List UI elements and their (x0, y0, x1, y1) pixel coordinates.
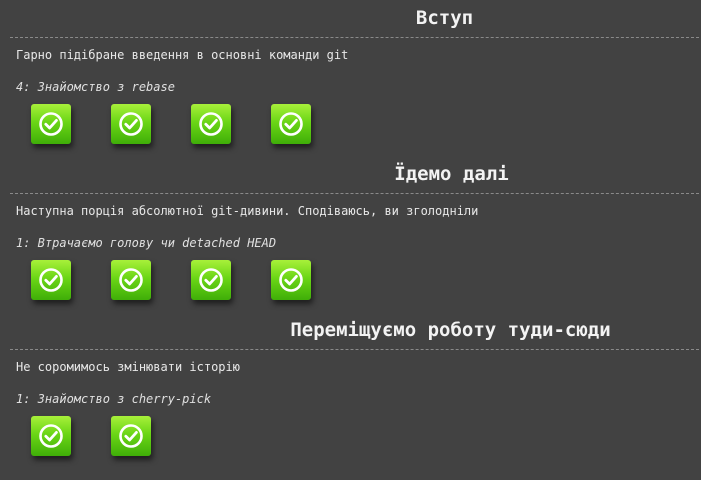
check-circle-icon (119, 268, 143, 292)
level-button-3[interactable] (191, 260, 231, 300)
section-description: Наступна порція абсолютної git-дивини. С… (16, 204, 479, 218)
check-circle-icon (279, 112, 303, 136)
level-button-1[interactable] (31, 260, 71, 300)
level-button-4[interactable] (271, 260, 311, 300)
check-circle-icon (39, 268, 63, 292)
section-title: Вступ (415, 7, 474, 29)
section-divider (10, 37, 699, 38)
section-divider (10, 349, 699, 350)
level-button-2[interactable] (111, 416, 151, 456)
check-circle-icon (279, 268, 303, 292)
check-circle-icon (39, 112, 63, 136)
level-button-1[interactable] (31, 416, 71, 456)
current-level-name: 1: Знайомство з cherry-pick (16, 392, 212, 406)
current-level-name: 1: Втрачаємо голову чи detached HEAD (16, 236, 277, 250)
level-button-2[interactable] (111, 260, 151, 300)
section-description: Не соромимось змінювати історію (16, 360, 240, 374)
check-circle-icon (119, 112, 143, 136)
section-title: Їдемо далі (394, 163, 509, 185)
section-moving-on: Їдемо далі Наступна порція абсолютної gi… (0, 162, 701, 312)
section-title: Переміщуємо роботу туди-сюди (290, 319, 611, 341)
check-circle-icon (39, 424, 63, 448)
check-circle-icon (199, 112, 223, 136)
current-level-name: 4: Знайомство з rebase (16, 80, 175, 94)
level-selection-page: Вступ Гарно підібране введення в основні… (0, 0, 701, 480)
level-button-2[interactable] (111, 104, 151, 144)
level-button-1[interactable] (31, 104, 71, 144)
section-divider (10, 193, 699, 194)
section-description: Гарно підібране введення в основні коман… (16, 48, 349, 62)
check-circle-icon (119, 424, 143, 448)
section-intro: Вступ Гарно підібране введення в основні… (0, 6, 701, 156)
level-button-3[interactable] (191, 104, 231, 144)
check-circle-icon (199, 268, 223, 292)
level-button-4[interactable] (271, 104, 311, 144)
section-moving-work: Переміщуємо роботу туди-сюди Не соромимо… (0, 318, 701, 480)
